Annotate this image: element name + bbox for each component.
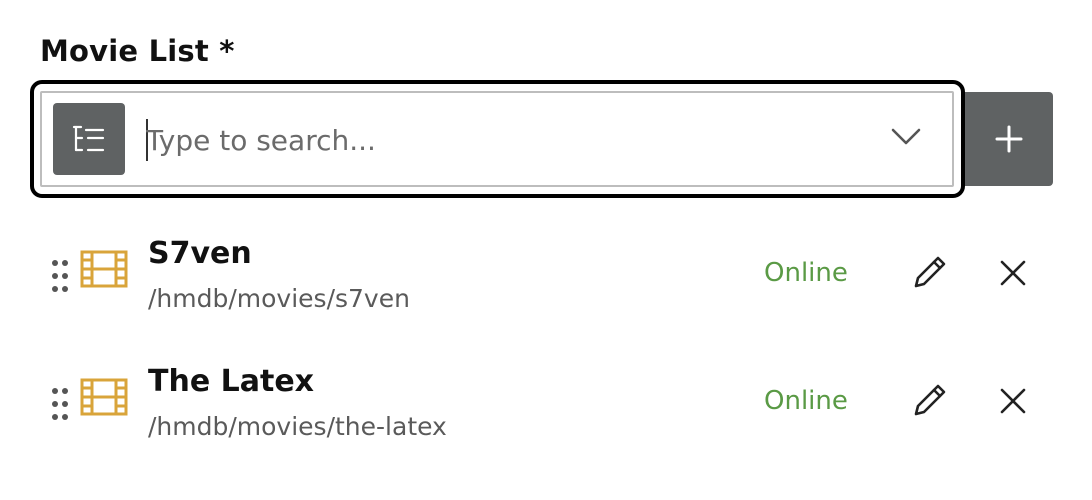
- drag-handle-icon[interactable]: [50, 258, 70, 294]
- status-badge: Online: [764, 386, 848, 416]
- tree-browse-button[interactable]: [53, 103, 125, 175]
- list-item: The Latex /hmdb/movies/the-latex Online: [0, 350, 1092, 460]
- field-label: Movie List *: [40, 34, 235, 68]
- close-icon[interactable]: [998, 386, 1028, 416]
- close-icon[interactable]: [998, 258, 1028, 288]
- item-title: The Latex: [148, 364, 315, 399]
- pencil-icon[interactable]: [910, 380, 950, 420]
- film-icon: [80, 250, 128, 288]
- tree-structure-icon: [72, 125, 105, 152]
- add-button[interactable]: [965, 92, 1053, 186]
- pencil-icon[interactable]: [910, 252, 950, 292]
- drag-handle-icon[interactable]: [50, 386, 70, 422]
- plus-icon: [995, 125, 1023, 153]
- status-badge: Online: [764, 258, 848, 288]
- film-icon: [80, 378, 128, 416]
- search-select[interactable]: [40, 91, 954, 187]
- chevron-down-icon[interactable]: [890, 125, 922, 147]
- item-title: S7ven: [148, 236, 252, 271]
- search-input[interactable]: [146, 115, 866, 165]
- item-path: /hmdb/movies/the-latex: [148, 412, 447, 441]
- list-item: S7ven /hmdb/movies/s7ven Online: [0, 222, 1092, 332]
- item-path: /hmdb/movies/s7ven: [148, 284, 410, 313]
